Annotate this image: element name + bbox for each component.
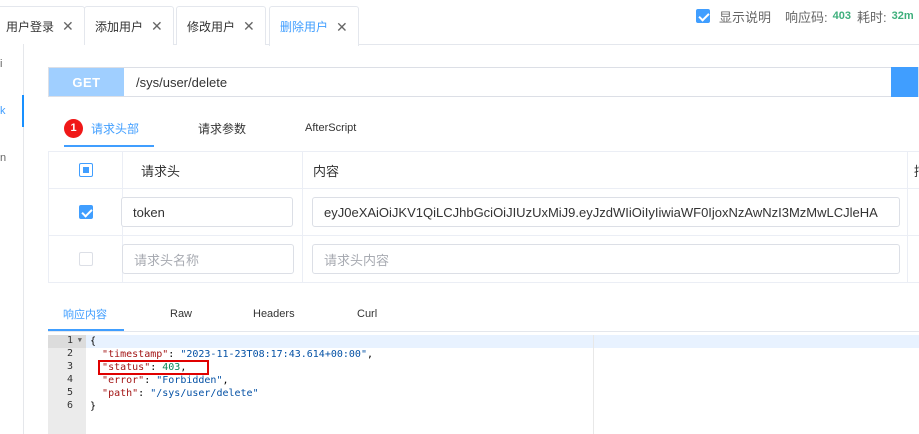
close-icon[interactable]: ✕ xyxy=(62,19,74,33)
tab-label: 修改用户 xyxy=(187,19,236,34)
row-check-cell xyxy=(48,236,122,282)
active-tab-underline xyxy=(48,329,124,331)
code-line: } xyxy=(90,401,97,412)
header-value-input[interactable]: eyJ0eXAiOiJKV1QiLCJhbGciOiJIUzUxMiJ9.eyJ… xyxy=(312,197,900,227)
elapsed-time-value: 32m xyxy=(891,10,914,22)
header-key-value: token xyxy=(133,204,165,220)
column-header-key: 请求头 xyxy=(141,163,181,179)
key-cell: token xyxy=(121,189,302,235)
active-line-highlight xyxy=(48,335,919,348)
desc-cell xyxy=(907,189,919,235)
tab-edit-user[interactable]: 修改用户 ✕ xyxy=(176,6,266,45)
fold-arrow-icon[interactable]: ▼ xyxy=(78,336,82,344)
line-number: 1 ▼ xyxy=(48,335,86,348)
table-header-row: 请求头 内容 描 xyxy=(48,152,919,189)
tab-request-headers[interactable]: 1 请求头部 xyxy=(64,112,139,144)
status-highlight-box xyxy=(98,360,209,375)
tab-raw[interactable]: Raw xyxy=(170,298,192,330)
header-value-text: eyJ0eXAiOiJKV1QiLCJhbGciOiJIUzUxMiJ9.eyJ… xyxy=(324,204,878,220)
close-icon[interactable]: ✕ xyxy=(151,19,163,33)
tab-response-body[interactable]: 响应内容 xyxy=(63,298,107,330)
show-desc-checkbox[interactable] xyxy=(696,9,710,23)
tab-label: AfterScript xyxy=(305,122,357,134)
tab-label: 用户登录 xyxy=(6,19,55,34)
headers-table: 请求头 内容 描 token eyJ0eXAiOiJKV1QiLCJhbGciO… xyxy=(48,151,919,283)
tab-delete-user[interactable]: 删除用户 ✕ xyxy=(269,6,359,46)
close-icon[interactable]: ✕ xyxy=(243,19,255,33)
tab-label: 请求参数 xyxy=(198,121,247,136)
code-line: "error": "Forbidden", xyxy=(102,375,229,386)
line-number: 2 xyxy=(66,348,73,359)
tab-label: Raw xyxy=(170,308,193,320)
side-nav-item[interactable]: i xyxy=(0,58,6,70)
value-cell: 请求头内容 xyxy=(302,236,907,282)
url-input[interactable]: /sys/user/delete xyxy=(124,75,227,90)
side-nav-active-indicator xyxy=(22,95,24,127)
tab-label: 响应内容 xyxy=(63,309,107,321)
side-nav-item[interactable]: n xyxy=(0,152,6,164)
response-info: 显示说明 响应码: 403 耗时: 32m xyxy=(696,5,919,27)
row-check-cell xyxy=(48,189,122,235)
header-key-placeholder: 请求头名称 xyxy=(134,252,200,268)
select-all-checkbox[interactable] xyxy=(78,163,93,177)
close-icon[interactable]: ✕ xyxy=(336,20,348,34)
app-root: 用户登录 ✕ 添加用户 ✕ 修改用户 ✕ 删除用户 ✕ i k n GET /s… xyxy=(0,0,919,434)
header-value-input[interactable]: 请求头内容 xyxy=(312,244,900,274)
count-badge: 1 xyxy=(64,118,83,138)
tab-add-user[interactable]: 添加用户 ✕ xyxy=(84,6,174,45)
status-code-value: 403 xyxy=(832,10,851,22)
desc-cell xyxy=(907,236,919,282)
table-row: token eyJ0eXAiOiJKV1QiLCJhbGciOiJIUzUxMi… xyxy=(48,189,919,236)
table-row: 请求头名称 请求头内容 xyxy=(48,236,919,283)
select-all-cell xyxy=(48,152,122,188)
elapsed-time-label: 耗时: xyxy=(857,9,887,25)
tab-request-params[interactable]: 请求参数 xyxy=(198,112,246,144)
send-button[interactable] xyxy=(891,67,918,97)
line-number: 3 xyxy=(66,361,73,372)
side-nav: i k n xyxy=(0,44,24,434)
response-editor[interactable]: 1 ▼ 2 3 4 5 6 { "timestamp": "2023-11-23T… xyxy=(48,335,919,434)
tab-label: Curl xyxy=(357,308,378,320)
column-header-content: 内容 xyxy=(313,163,340,179)
column-header: 内容 xyxy=(302,152,907,188)
tab-label: 添加用户 xyxy=(95,19,144,34)
tab-curl[interactable]: Curl xyxy=(357,298,377,330)
row-checkbox[interactable] xyxy=(78,205,93,219)
header-key-input[interactable]: token xyxy=(121,197,293,227)
header-value-placeholder: 请求头内容 xyxy=(324,252,390,268)
print-margin xyxy=(593,335,594,434)
column-header: 请求头 xyxy=(122,152,302,188)
tab-label: Headers xyxy=(253,308,295,320)
header-key-input[interactable]: 请求头名称 xyxy=(122,244,294,274)
side-nav-item-active[interactable]: k xyxy=(0,105,6,117)
status-code-label: 响应码: xyxy=(785,9,828,25)
response-tabs: 响应内容 Raw Headers Curl xyxy=(48,298,919,332)
tab-after-script[interactable]: AfterScript xyxy=(305,112,356,144)
value-cell: eyJ0eXAiOiJKV1QiLCJhbGciOiJIUzUxMiJ9.eyJ… xyxy=(302,189,907,235)
tab-headers[interactable]: Headers xyxy=(253,298,295,330)
key-cell: 请求头名称 xyxy=(122,236,302,282)
active-tab-underline xyxy=(64,145,154,147)
show-desc-label: 显示说明 xyxy=(719,9,772,25)
line-gutter: 1 ▼ 2 3 4 5 6 xyxy=(48,335,86,434)
column-header-desc: 描 xyxy=(908,161,919,180)
tab-label: 删除用户 xyxy=(280,20,329,34)
column-header: 描 xyxy=(907,152,919,188)
method-select[interactable]: GET xyxy=(49,68,124,96)
tab-label: 请求头部 xyxy=(91,121,140,136)
tab-user-login[interactable]: 用户登录 ✕ xyxy=(0,6,85,45)
row-checkbox[interactable] xyxy=(78,252,93,266)
line-number: 5 xyxy=(66,387,73,398)
code-line: { xyxy=(90,336,97,347)
request-bar: GET /sys/user/delete xyxy=(48,67,919,97)
line-number: 4 xyxy=(66,374,73,385)
code-line: "path": "/sys/user/delete" xyxy=(102,388,259,399)
line-number: 6 xyxy=(66,400,73,411)
request-sub-tabs: 1 请求头部 请求参数 AfterScript xyxy=(48,112,919,147)
